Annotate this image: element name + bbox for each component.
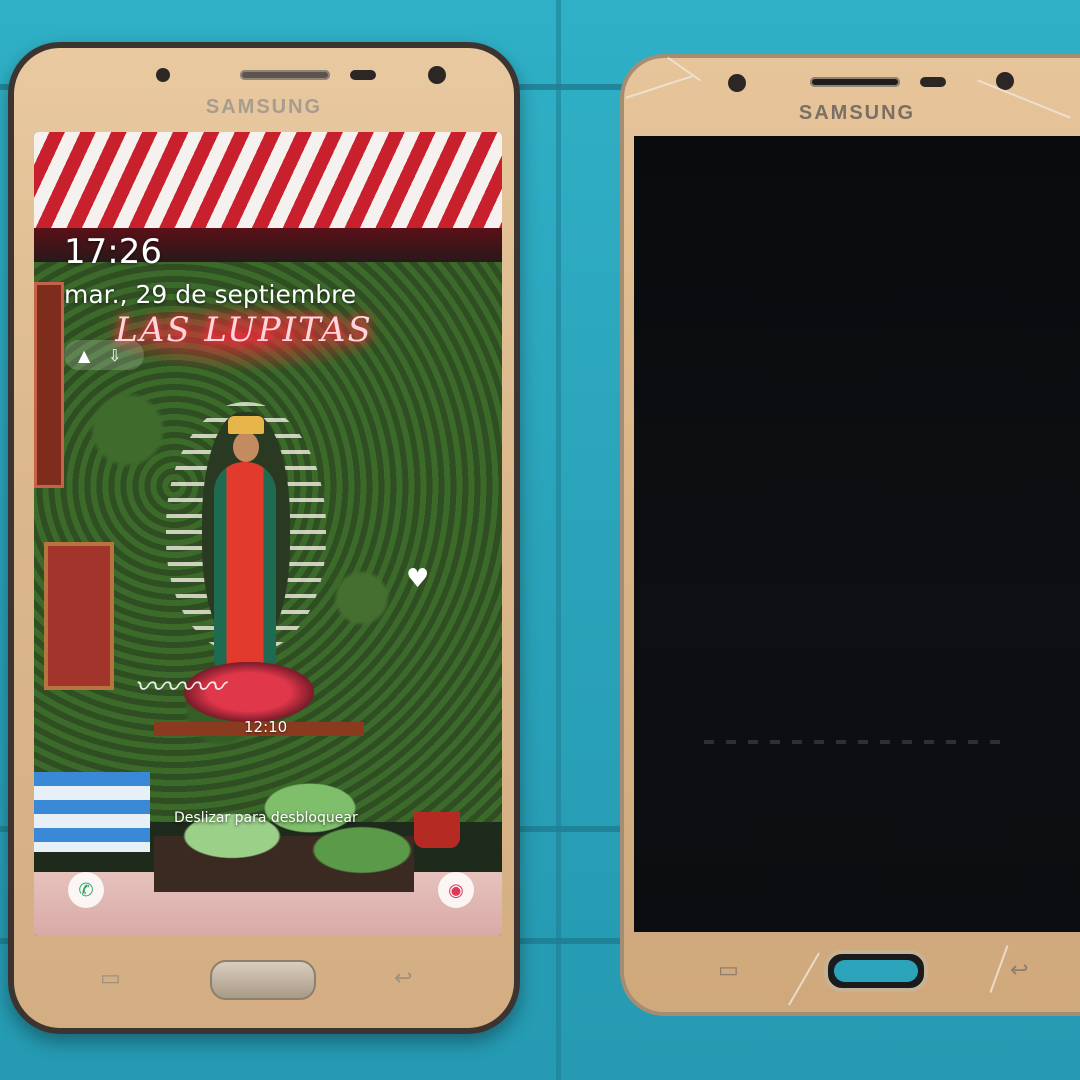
earpiece-speaker-right	[810, 77, 900, 87]
wallpaper-signature: 〰〰〰	[134, 670, 224, 705]
left-phone: SAMSUNG LAS LUPITAS ♥ 〰〰〰 17:26 mar., 29…	[8, 42, 520, 1034]
wallpaper-picture-frame-2	[44, 542, 114, 690]
lock-screen[interactable]: LAS LUPITAS ♥ 〰〰〰 17:26 mar., 29 de sept…	[34, 132, 502, 936]
phone-icon[interactable]: ✆	[68, 872, 104, 908]
front-camera	[428, 66, 446, 84]
crack-bottom	[788, 952, 820, 1006]
recent-apps-icon-right[interactable]: ▭	[718, 958, 739, 983]
wallpaper-neon-sign: LAS LUPITAS	[115, 310, 373, 350]
back-icon[interactable]: ↩	[394, 966, 412, 991]
lock-date: mar., 29 de septiembre	[64, 280, 357, 309]
home-button-hole	[834, 960, 918, 982]
back-icon-right[interactable]: ↩	[1010, 958, 1028, 983]
camera-icon[interactable]: ◉	[438, 872, 474, 908]
heart-icon: ♥	[406, 564, 430, 594]
proximity-sensor-right	[728, 74, 746, 92]
wallpaper-awning	[34, 132, 502, 242]
wallpaper-pot	[414, 812, 460, 848]
wallpaper-tablecloth	[34, 772, 150, 852]
notification-icons[interactable]: ▲ ⇩	[64, 340, 144, 370]
crack-bottom-right	[989, 945, 1009, 993]
wallpaper-statue-head	[233, 432, 259, 462]
unlock-hint: Deslizar para desbloquear	[174, 810, 358, 826]
right-phone: SAMSUNG ▭ ↩	[620, 54, 1080, 1016]
warning-icon: ▲	[78, 346, 91, 365]
earpiece-speaker	[240, 70, 330, 80]
wallpaper-statue-robe	[214, 462, 276, 672]
home-button[interactable]	[210, 960, 316, 1000]
crack-top-left	[625, 75, 693, 99]
wallpaper-picture-frame	[34, 282, 64, 488]
front-flash-right	[920, 77, 946, 87]
dark-screen	[634, 136, 1080, 932]
download-icon: ⇩	[108, 346, 122, 365]
mat-vline	[556, 0, 561, 1080]
front-flash	[350, 70, 376, 80]
screen-line-defect	[704, 740, 1004, 744]
recent-apps-icon[interactable]: ▭	[100, 966, 121, 991]
proximity-sensor	[156, 68, 170, 82]
wallpaper-small-time: 12:10	[244, 718, 288, 736]
lock-clock: 17:26	[64, 232, 162, 272]
wallpaper-statue-crown	[228, 416, 264, 434]
brand-logo: SAMSUNG	[205, 96, 323, 118]
home-button-opening[interactable]	[824, 950, 928, 992]
brand-logo-right: SAMSUNG	[798, 102, 916, 124]
